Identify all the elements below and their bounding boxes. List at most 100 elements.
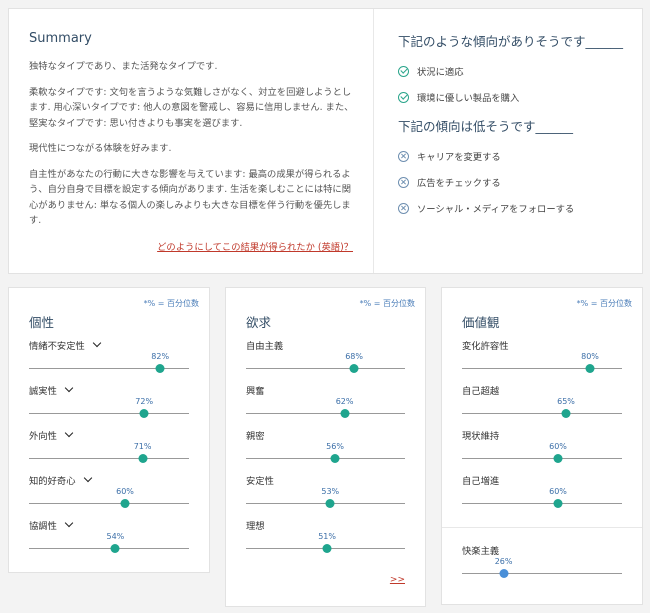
trait-row: 自己超越 65% bbox=[462, 383, 622, 428]
summary-title: Summary bbox=[29, 31, 92, 46]
trait-row: 現状維持 60% bbox=[462, 428, 622, 473]
trait-row: 知的好奇心 60% bbox=[29, 473, 189, 518]
trait-marker bbox=[553, 499, 563, 508]
trait-percent: 68% bbox=[345, 352, 363, 361]
trait-row: 親密 56% bbox=[246, 428, 405, 473]
trait-marker bbox=[499, 569, 509, 578]
trait-marker bbox=[340, 409, 350, 418]
trait-track bbox=[29, 458, 189, 459]
likely-item: 状況に適応 bbox=[398, 58, 628, 84]
trait-label: 外向性 bbox=[29, 431, 57, 442]
trait-marker bbox=[322, 544, 332, 553]
trait-percent: 65% bbox=[557, 397, 575, 406]
trait-percent: 26% bbox=[494, 557, 513, 566]
trait-track bbox=[29, 548, 189, 549]
chevron-down-icon[interactable] bbox=[92, 338, 102, 348]
trait-row: 情緒不安定性 82% bbox=[29, 338, 189, 383]
trait-label: 変化許容性 bbox=[462, 341, 509, 352]
divider bbox=[442, 527, 642, 528]
trait-label: 自己超越 bbox=[462, 386, 500, 397]
unlikely-heading: 下記の傾向は低そうです______ bbox=[398, 119, 574, 134]
trait-marker bbox=[585, 364, 595, 373]
panel-title: 欲求 bbox=[246, 315, 272, 330]
trait-toggle[interactable]: 協調性 bbox=[29, 518, 74, 532]
trait-toggle[interactable]: 誠実性 bbox=[29, 383, 74, 397]
trait-percent: 71% bbox=[133, 442, 152, 451]
likely-item: 環境に優しい製品を購入 bbox=[398, 84, 628, 110]
unlikely-item: キャリアを変更する bbox=[398, 143, 628, 169]
trait-percent: 60% bbox=[116, 487, 134, 496]
trait-marker bbox=[330, 454, 340, 463]
likely-item-label: 環境に優しい製品を購入 bbox=[417, 93, 520, 104]
trait-percent: 53% bbox=[321, 487, 340, 496]
summary-paragraph-2: 柔軟なタイプです: 文句を言うような気難しさがなく、対立を回避しようとします. … bbox=[29, 86, 354, 129]
trait-track bbox=[29, 413, 189, 414]
percentile-note: *% = 百分位数 bbox=[576, 299, 632, 308]
trait-track bbox=[29, 503, 189, 504]
panel-title: 価値観 bbox=[462, 315, 500, 330]
x-circle-icon bbox=[398, 150, 409, 162]
trait-toggle[interactable]: 情緒不安定性 bbox=[29, 338, 102, 352]
trait-percent: 60% bbox=[549, 442, 567, 451]
trends-section: 下記のような傾向がありそうです______ 状況に適応 環境に優しい製品を購入 … bbox=[374, 9, 642, 273]
trait-row: 興奮 62% bbox=[246, 383, 405, 428]
summary-paragraph-4: 自主性があなたの行動に大きな影響を与えています: 最高の成果が得られるよう、自分… bbox=[29, 168, 352, 227]
trait-label: 知的好奇心 bbox=[29, 476, 76, 487]
trait-label: 快楽主義 bbox=[462, 546, 500, 557]
trait-row: 自由主義 68% bbox=[246, 338, 405, 383]
trait-row: 誠実性 72% bbox=[29, 383, 189, 428]
check-circle-icon bbox=[398, 65, 409, 77]
trait-label: 誠実性 bbox=[29, 386, 57, 397]
unlikely-item: ソーシャル・メディアをフォローする bbox=[398, 195, 628, 221]
trait-row: 変化許容性 80% bbox=[462, 338, 622, 383]
trait-percent: 54% bbox=[106, 532, 125, 541]
chevron-down-icon[interactable] bbox=[64, 428, 74, 438]
unlikely-item: 広告をチェックする bbox=[398, 169, 628, 195]
trait-marker bbox=[349, 364, 359, 373]
chevron-down-icon[interactable] bbox=[83, 473, 92, 483]
summary-section: Summary 独特なタイプであり、また活発なタイプです. 柔軟なタイプです: … bbox=[9, 9, 374, 273]
unlikely-item-label: 広告をチェックする bbox=[417, 178, 501, 189]
trait-track bbox=[246, 413, 405, 414]
trait-marker bbox=[120, 499, 130, 508]
needs-panel: *% = 百分位数 欲求 自由主義 68% 興奮 62% 親密 56% 安定性 … bbox=[225, 287, 426, 607]
chevron-down-icon[interactable] bbox=[64, 383, 74, 393]
trait-marker bbox=[155, 364, 165, 373]
values-panel: *% = 百分位数 価値観 変化許容性 80% 自己超越 65% 現状維持 60… bbox=[441, 287, 643, 605]
trait-track bbox=[462, 413, 622, 414]
chevron-down-icon[interactable] bbox=[64, 518, 74, 528]
personality-panel: *% = 百分位数 個性 情緒不安定性 82% 誠実性 72% 外向性 71% … bbox=[8, 287, 210, 573]
trait-toggle[interactable]: 知的好奇心 bbox=[29, 473, 92, 487]
trait-marker bbox=[553, 454, 563, 463]
percentile-note: *% = 百分位数 bbox=[359, 299, 415, 308]
trait-track bbox=[246, 368, 405, 369]
trait-row: 快楽主義 26% bbox=[462, 543, 622, 588]
summary-paragraph-1: 独特なタイプであり、また活発なタイプです. bbox=[29, 61, 218, 72]
trait-label: 安定性 bbox=[246, 476, 274, 487]
trait-marker bbox=[139, 409, 149, 418]
likely-item-label: 状況に適応 bbox=[417, 67, 464, 78]
trait-label: 自由主義 bbox=[246, 341, 284, 352]
trait-marker bbox=[110, 544, 120, 553]
trait-track bbox=[462, 458, 622, 459]
trait-marker bbox=[325, 499, 335, 508]
trait-percent: 82% bbox=[151, 352, 170, 361]
trait-row: 協調性 54% bbox=[29, 518, 189, 563]
trait-percent: 51% bbox=[318, 532, 336, 541]
trait-row: 安定性 53% bbox=[246, 473, 405, 518]
how-results-link[interactable]: どのようにしてこの結果が得られたか (英語)？ bbox=[9, 239, 353, 253]
trait-track bbox=[462, 503, 622, 504]
trait-track bbox=[462, 573, 622, 574]
trait-label: 現状維持 bbox=[462, 431, 500, 442]
unlikely-item-label: ソーシャル・メディアをフォローする bbox=[417, 204, 575, 215]
trait-track bbox=[246, 458, 405, 459]
summary-paragraph-3: 現代性につながる体験を好みます. bbox=[29, 143, 172, 154]
trait-toggle[interactable]: 外向性 bbox=[29, 428, 74, 442]
more-link[interactable]: >> bbox=[390, 575, 405, 585]
trait-marker bbox=[561, 409, 571, 418]
trait-percent: 56% bbox=[326, 442, 344, 451]
trait-label: 親密 bbox=[246, 431, 265, 442]
trait-label: 理想 bbox=[246, 521, 265, 532]
trait-label: 情緒不安定性 bbox=[29, 341, 85, 352]
trait-marker bbox=[138, 454, 148, 463]
